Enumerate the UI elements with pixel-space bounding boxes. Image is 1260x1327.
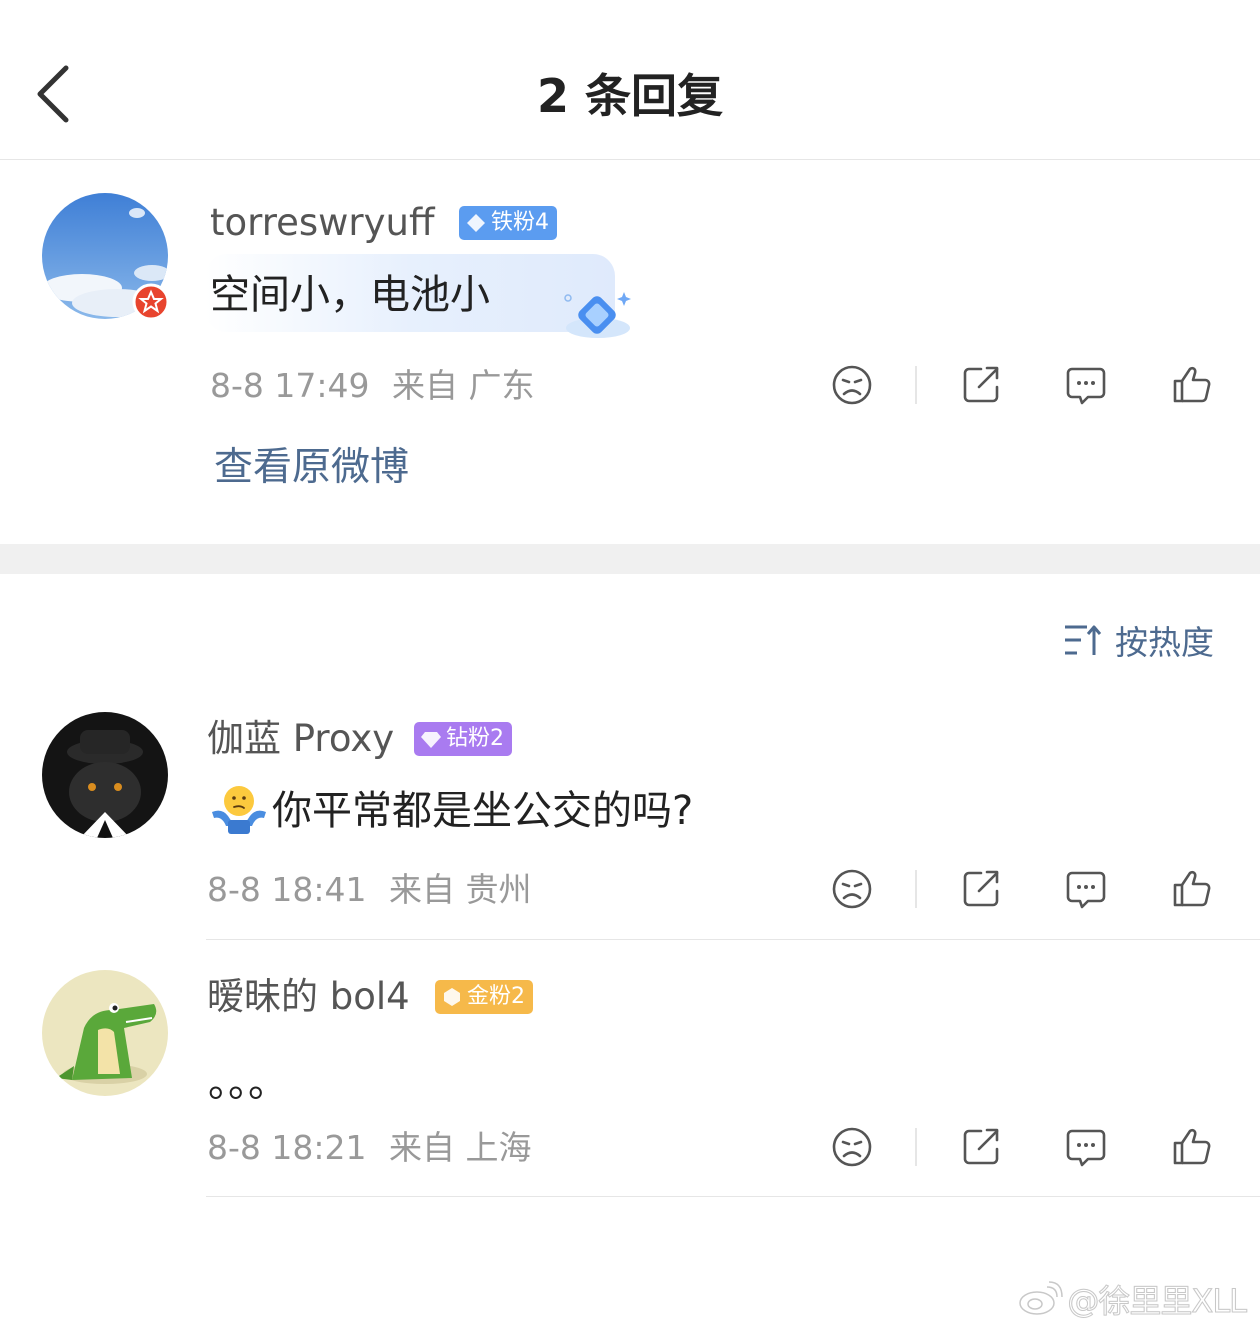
fan-badge: 钻粉2 bbox=[414, 722, 512, 756]
comment-text: 你平常都是坐公交的吗? bbox=[272, 788, 694, 834]
badge-label: 钻粉2 bbox=[446, 726, 504, 751]
comment-source: 来自 贵州 bbox=[389, 870, 532, 909]
fan-badge: 铁粉4 bbox=[459, 206, 557, 240]
diamond-icon bbox=[467, 214, 485, 232]
comment-time: 8-8 18:41 bbox=[207, 870, 367, 909]
badge-label: 金粉2 bbox=[467, 984, 525, 1009]
diamond-decoration-icon bbox=[564, 292, 631, 338]
shrug-emoji-icon bbox=[212, 786, 266, 834]
like-icon[interactable] bbox=[1167, 1123, 1215, 1171]
comment-meta: 8-8 17:49 来自 广东 bbox=[210, 366, 535, 406]
watermark: @徐里里XLL bbox=[1017, 1276, 1248, 1322]
badge-label: 铁粉4 bbox=[491, 210, 549, 235]
verified-icon bbox=[132, 283, 170, 321]
avatar[interactable] bbox=[42, 712, 168, 838]
comment-time: 8-8 18:21 bbox=[207, 1128, 367, 1167]
like-icon[interactable] bbox=[1167, 361, 1215, 409]
comment-source: 来自 上海 bbox=[389, 1128, 532, 1167]
diamond-icon bbox=[421, 732, 441, 748]
username[interactable]: 暧昧的 bol4 bbox=[207, 974, 410, 1020]
action-divider bbox=[915, 870, 917, 908]
watermark-text: @徐里里XLL bbox=[1067, 1282, 1248, 1321]
dislike-icon[interactable] bbox=[828, 361, 876, 409]
gold-gem-icon bbox=[444, 988, 460, 1006]
action-divider bbox=[915, 1128, 917, 1166]
like-icon[interactable] bbox=[1167, 865, 1215, 913]
action-divider bbox=[915, 366, 917, 404]
reply-divider bbox=[206, 1196, 1260, 1197]
share-icon[interactable] bbox=[957, 865, 1005, 913]
username[interactable]: torreswryuff bbox=[210, 200, 434, 246]
comment-text: 。。。 bbox=[208, 1060, 288, 1106]
username[interactable]: 伽蓝 Proxy bbox=[207, 716, 394, 762]
dislike-icon[interactable] bbox=[828, 865, 876, 913]
weibo-icon bbox=[1019, 1281, 1064, 1315]
section-gap bbox=[0, 544, 1260, 574]
avatar[interactable] bbox=[42, 970, 168, 1096]
comment-icon[interactable] bbox=[1062, 865, 1110, 913]
reply-divider bbox=[206, 939, 1260, 940]
comment-icon[interactable] bbox=[1062, 1123, 1110, 1171]
comment-icon[interactable] bbox=[1062, 361, 1110, 409]
sort-label: 按热度 bbox=[1115, 623, 1214, 662]
share-icon[interactable] bbox=[957, 361, 1005, 409]
page-title: 2 条回复 bbox=[536, 69, 724, 123]
comment-meta: 8-8 18:41 来自 贵州 bbox=[207, 870, 532, 910]
fan-badge: 金粉2 bbox=[435, 980, 533, 1014]
sort-icon bbox=[1065, 625, 1102, 655]
comment-text: 空间小，电池小 bbox=[210, 272, 490, 318]
comment-time: 8-8 17:49 bbox=[210, 366, 370, 405]
share-icon[interactable] bbox=[957, 1123, 1005, 1171]
sort-button[interactable]: 按热度 bbox=[1063, 618, 1214, 662]
comment-source: 来自 广东 bbox=[392, 366, 535, 405]
dislike-icon[interactable] bbox=[828, 1123, 876, 1171]
view-original-link[interactable]: 查看原微博 bbox=[214, 444, 409, 492]
comment-meta: 8-8 18:21 来自 上海 bbox=[207, 1128, 532, 1168]
